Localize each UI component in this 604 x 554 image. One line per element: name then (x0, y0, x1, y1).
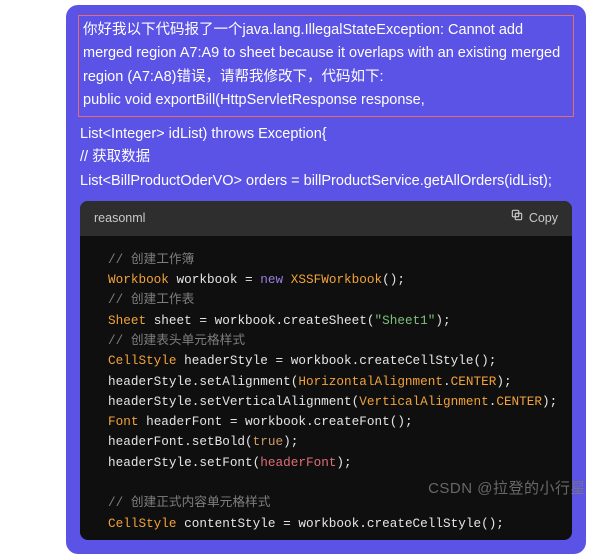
code-token: Sheet (108, 313, 146, 328)
code-token: new (260, 272, 283, 287)
code-token: headerStyle = workbook.createCellStyle()… (177, 353, 497, 368)
message-line: 你好我以下代码报了一个java.lang.IllegalStateExcepti… (83, 19, 569, 89)
message-line: List<Integer> idList) throws Exception{ (80, 123, 572, 146)
code-token: ); (542, 394, 557, 409)
code-lang-label: reasonml (94, 208, 145, 228)
code-token: true (253, 434, 283, 449)
code-header: reasonml Copy (80, 201, 572, 235)
code-token: HorizontalAlignment (298, 374, 443, 389)
code-token: CellStyle (108, 516, 177, 531)
code-token: headerStyle.setVerticalAlignment( (108, 394, 359, 409)
clipboard-icon (510, 208, 524, 228)
message-line: List<BillProductOderVO> orders = billPro… (80, 170, 572, 193)
code-token: sheet = workbook.createSheet( (146, 313, 374, 328)
code-token: headerFont (260, 455, 336, 470)
code-comment: // 创建表头单元格样式 (108, 333, 245, 348)
code-token (283, 272, 291, 287)
code-comment: // 创建工作簿 (108, 252, 194, 267)
code-token: CENTER (496, 394, 542, 409)
code-token: CENTER (451, 374, 497, 389)
code-token: "Sheet1" (375, 313, 436, 328)
code-token: Font (108, 414, 138, 429)
code-token: ); (496, 374, 511, 389)
user-message-bubble: 你好我以下代码报了一个java.lang.IllegalStateExcepti… (66, 5, 586, 554)
message-line: // 获取数据 (80, 146, 572, 169)
code-body: // 创建工作簿 Workbook workbook = new XSSFWor… (80, 236, 572, 540)
code-token: headerFont = workbook.createFont(); (138, 414, 412, 429)
code-token: ); (283, 434, 298, 449)
code-token: workbook = (169, 272, 260, 287)
message-line: public void exportBill(HttpServletRespon… (83, 89, 569, 112)
copy-button[interactable]: Copy (510, 208, 558, 228)
code-token: (); (382, 272, 405, 287)
code-block: reasonml Copy // 创建工作簿 Workbook workbook… (80, 201, 572, 540)
code-token: contentStyle = workbook.createCellStyle(… (177, 516, 504, 531)
code-token: VerticalAlignment (359, 394, 488, 409)
code-token: CellStyle (108, 353, 177, 368)
code-token: headerFont.setBold( (108, 434, 253, 449)
code-comment: // 创建正式内容单元格样式 (108, 495, 270, 510)
code-token: ); (435, 313, 450, 328)
code-token: headerStyle.setFont( (108, 455, 260, 470)
code-token: XSSFWorkbook (291, 272, 382, 287)
copy-label: Copy (529, 208, 558, 228)
code-token: Workbook (108, 272, 169, 287)
code-token: ); (336, 455, 351, 470)
code-comment: // 创建工作表 (108, 292, 194, 307)
code-token: headerStyle.setAlignment( (108, 374, 298, 389)
highlight-box: 你好我以下代码报了一个java.lang.IllegalStateExcepti… (78, 15, 574, 117)
code-token: . (443, 374, 451, 389)
